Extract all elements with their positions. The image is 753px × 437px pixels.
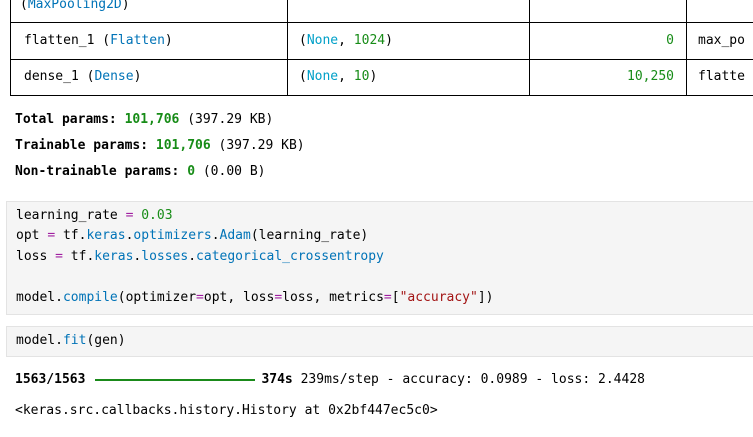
progress-bar (95, 378, 256, 381)
nontrainable-params-value: 0 (187, 164, 196, 179)
table-col-divider (686, 0, 687, 96)
fit-return-value: <keras.src.callbacks.history.History at … (15, 403, 438, 418)
table-row: dense_1 (Dense) (24, 69, 142, 84)
code-cell-compile[interactable]: learning_rate = 0.03 opt = tf.keras.opti… (6, 201, 753, 315)
trainable-params-size: (397.29 KB) (218, 138, 305, 153)
code-line: learning_rate = 0.03 (16, 208, 173, 223)
trainable-params-label: Trainable params: (15, 138, 149, 153)
shape-dim: 1024 (353, 33, 386, 48)
param-count: 10,250 (627, 69, 674, 84)
code-line: opt = tf.keras.optimizers.Adam(learning_… (16, 228, 369, 243)
layer-name: dense_1 (24, 69, 79, 84)
code-line: model.compile(optimizer=opt, loss=loss, … (16, 290, 494, 305)
layer-name: flatten_1 (24, 33, 95, 48)
trainable-params: Trainable params: 101,706 (397.29 KB) (15, 138, 305, 153)
model-summary-table: (MaxPooling2D) flatten_1 (Flatten) (None… (10, 0, 753, 96)
training-progress-line: 1563/1563 374s 239ms/step - accuracy: 0.0… (15, 371, 645, 389)
trainable-params-value: 101,706 (155, 138, 211, 153)
table-border-left (10, 0, 11, 96)
output-shape: (None, 10) (299, 69, 378, 84)
table-row: flatten_1 (Flatten) (24, 33, 173, 48)
training-metrics: 239ms/step - accuracy: 0.0989 - loss: 2.… (300, 372, 645, 387)
output-shape: (None, 1024) (299, 33, 393, 48)
layer-type: Dense (94, 69, 134, 84)
nontrainable-params-label: Non-trainable params: (15, 164, 180, 179)
table-col-divider (287, 0, 288, 96)
nontrainable-params-size: (0.00 B) (202, 164, 266, 179)
code-cell-fit[interactable]: model.fit(gen) (6, 326, 753, 357)
none-keyword: None (306, 69, 339, 84)
total-params: Total params: 101,706 (397.29 KB) (15, 112, 273, 127)
none-keyword: None (306, 33, 339, 48)
layer-type: MaxPooling2D (27, 0, 122, 12)
layer-type: Flatten (110, 33, 165, 48)
total-params-label: Total params: (15, 112, 117, 127)
table-row-divider (10, 95, 753, 96)
table-row-divider (10, 59, 753, 60)
shape-dim: 10 (353, 69, 370, 84)
total-params-value: 101,706 (124, 112, 180, 127)
code-line: loss = tf.keras.losses.categorical_cross… (16, 249, 384, 264)
code-line: model.fit(gen) (16, 333, 126, 348)
connected-to: max_po (698, 33, 745, 48)
step-count: 1563/1563 (15, 372, 86, 387)
table-col-divider (529, 0, 530, 96)
connected-to: flatte (698, 69, 745, 84)
elapsed-time: 374s (261, 372, 293, 387)
param-count: 0 (666, 33, 674, 48)
table-row: (MaxPooling2D) (20, 0, 130, 13)
nontrainable-params: Non-trainable params: 0 (0.00 B) (15, 164, 265, 179)
total-params-size: (397.29 KB) (187, 112, 274, 127)
table-row-divider (10, 22, 753, 23)
